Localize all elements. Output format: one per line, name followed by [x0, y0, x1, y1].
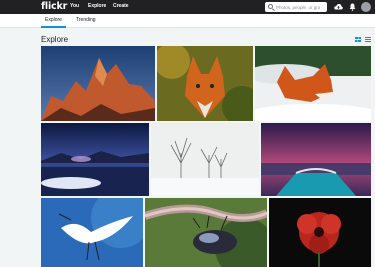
tab-explore[interactable]: Explore	[45, 17, 62, 24]
red-fox-snow-photo[interactable]	[255, 46, 371, 121]
beetle-on-branch-photo[interactable]	[145, 198, 267, 267]
tab-trending[interactable]: Trending	[76, 17, 96, 24]
red-flower-photo[interactable]	[269, 198, 371, 267]
avatar[interactable]	[361, 2, 371, 12]
sub-navigation: Explore Trending	[0, 14, 375, 28]
white-egret-photo[interactable]	[41, 198, 143, 267]
active-tab-indicator	[41, 26, 66, 28]
search-field[interactable]: Photos, people, or gro	[265, 2, 327, 12]
search-placeholder: Photos, people, or gro	[276, 4, 321, 10]
nav-create[interactable]: Create	[113, 3, 129, 10]
justified-grid-icon[interactable]	[355, 37, 361, 42]
night-lake-aurora-photo[interactable]	[41, 123, 149, 196]
upload-cloud-icon[interactable]	[334, 3, 343, 11]
ship-bow-sunset-photo[interactable]	[261, 123, 371, 196]
flickr-logo[interactable]: flickr	[41, 1, 67, 12]
mountain-sunset-photo[interactable]	[41, 46, 155, 121]
page-title: Explore	[41, 35, 69, 44]
search-icon	[268, 4, 273, 9]
nav-explore[interactable]: Explore	[88, 3, 106, 10]
red-fox-autumn-photo[interactable]	[157, 46, 253, 121]
top-navigation-bar: flickr You Explore Create Photos, people…	[0, 0, 375, 14]
bell-icon[interactable]	[349, 3, 356, 11]
snowy-trees-photo[interactable]	[151, 123, 259, 196]
nav-you[interactable]: You	[70, 3, 79, 10]
list-view-icon[interactable]	[365, 37, 371, 42]
